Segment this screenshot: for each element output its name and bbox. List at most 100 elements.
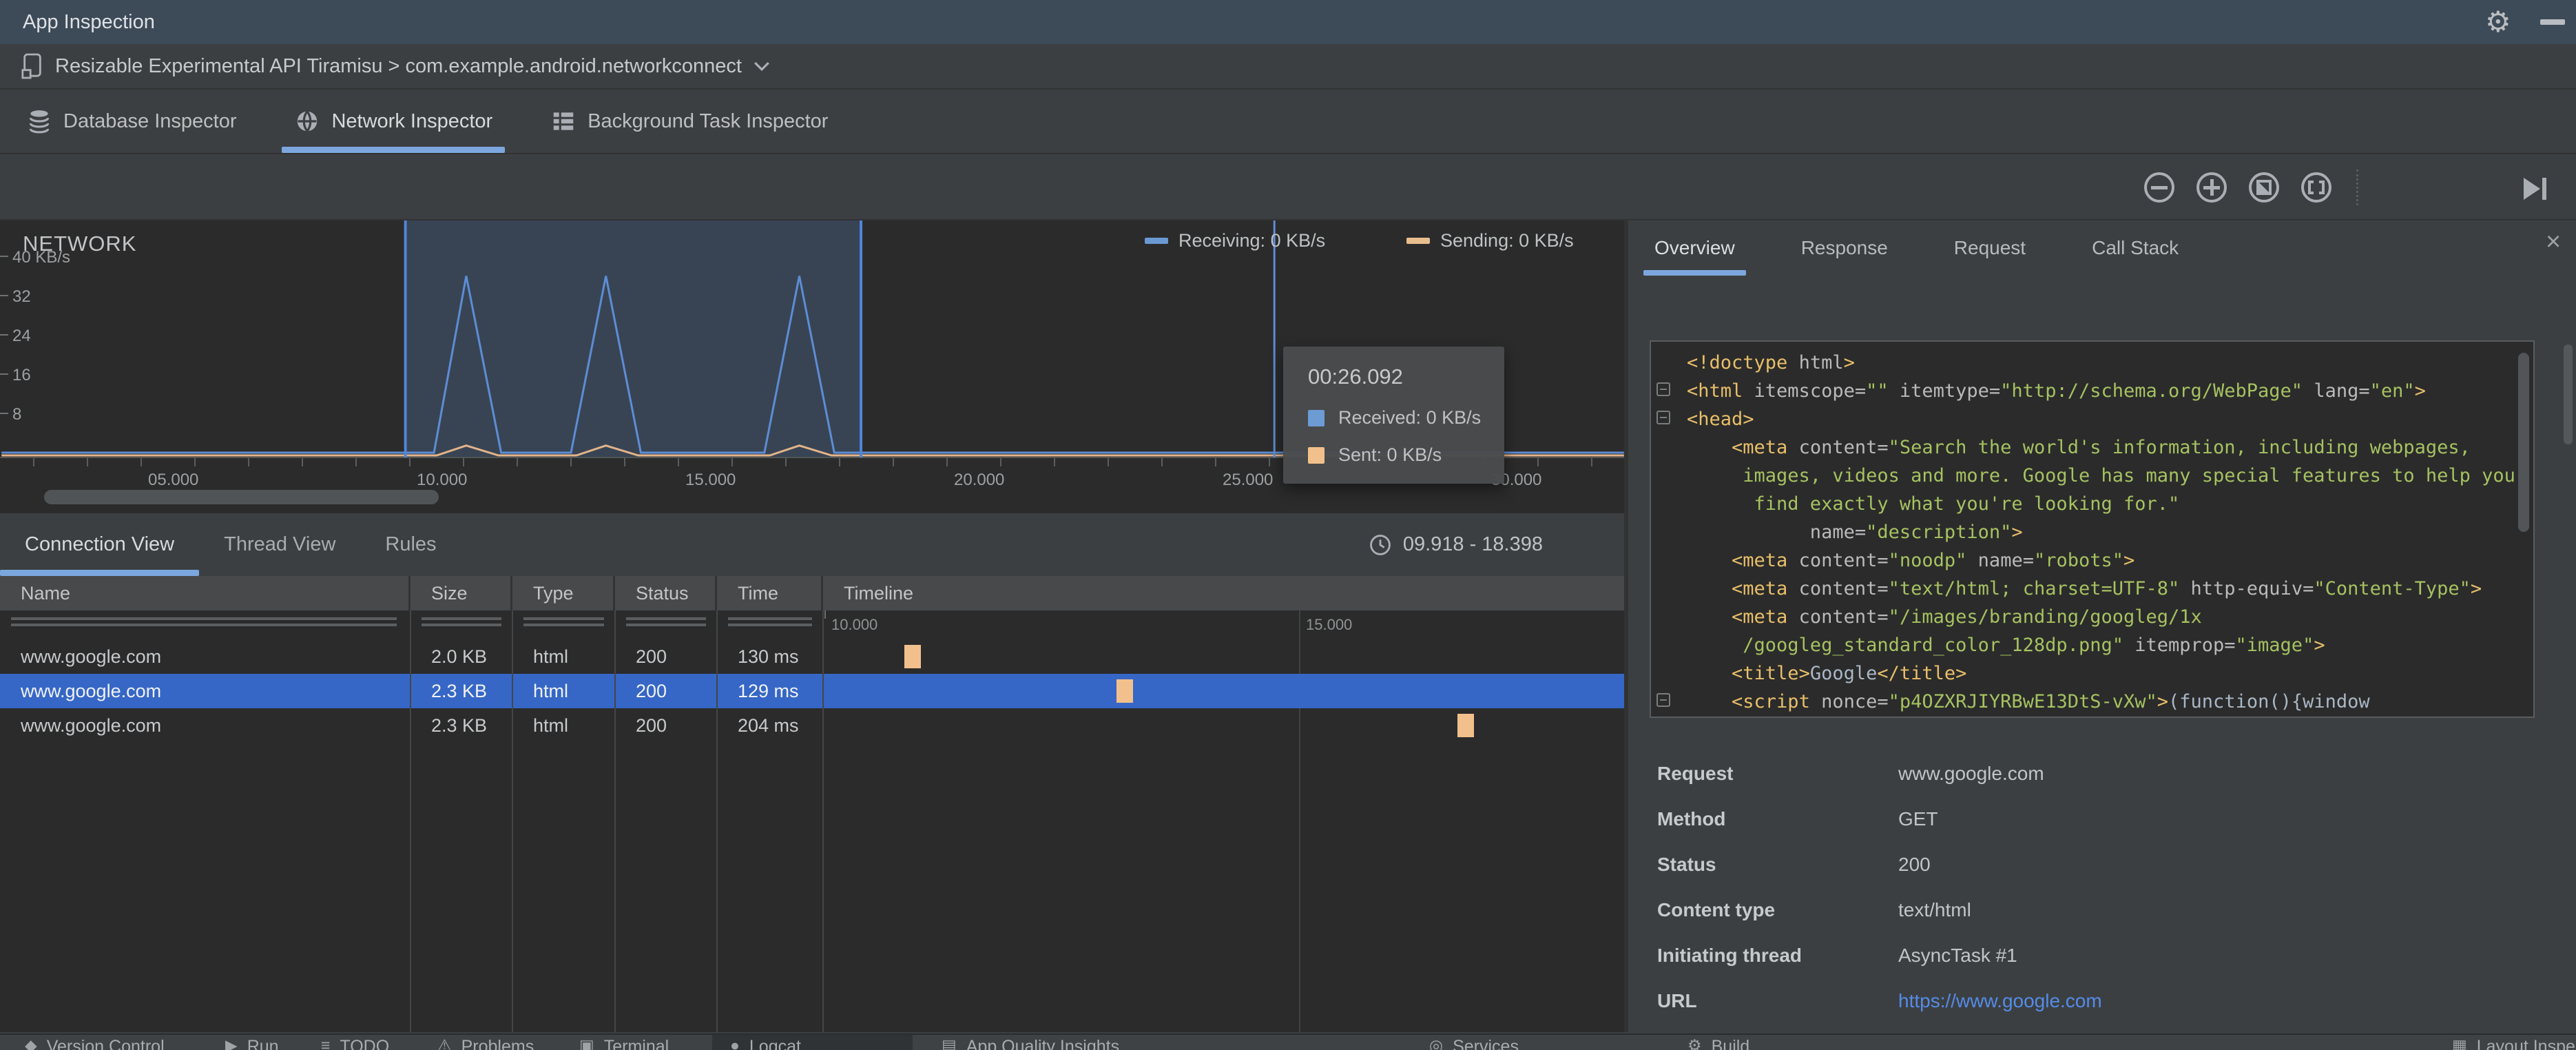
tab-label: Call Stack (2092, 237, 2179, 258)
legend-swatch (1406, 238, 1430, 244)
code-scrollbar[interactable] (2518, 353, 2529, 532)
tool-window-button-layout-inspector[interactable]: ▦Layout Inspector (2452, 1037, 2576, 1050)
tab-background-task-inspector[interactable]: Background Task Inspector (543, 90, 835, 153)
column-header-status[interactable]: Status (615, 576, 717, 610)
view-tab-bar: Connection View Thread View Rules 09.918… (0, 513, 1624, 576)
tool-window-button-todo[interactable]: ≡ TODO (321, 1037, 389, 1050)
tool-window-button-problems[interactable]: ⚠ Problems (437, 1037, 534, 1050)
tooltip-swatch (1308, 409, 1325, 426)
column-header-name[interactable]: Name (0, 576, 411, 610)
network-chart[interactable]: 40 KB/s 32 24 16 8 05.000 10.000 15.000 20.000 25… (0, 220, 1624, 513)
list-icon (553, 112, 574, 130)
tool-window-button-run[interactable]: ▶ Run (225, 1037, 279, 1050)
detail-row: Method GET (1639, 796, 2562, 842)
cell-type: html (533, 646, 569, 667)
terminal-icon: ▣ (579, 1036, 594, 1050)
zoom-to-selection-button[interactable] (2300, 171, 2333, 204)
chart-range-scrollbar[interactable] (44, 490, 439, 504)
process-selector-bar[interactable]: Resizable Experimental API Tiramisu > co… (0, 44, 2576, 90)
code-fold-icon[interactable] (1656, 382, 1670, 396)
tool-window-button-app-quality-insights[interactable]: ▤ App Quality Insights (942, 1037, 1119, 1050)
column-header-timeline[interactable]: Timeline (823, 576, 1624, 610)
detail-label: URL (1657, 990, 1697, 1011)
chevron-down-icon[interactable] (753, 60, 771, 72)
timeline-tick (824, 610, 826, 619)
column-header-time[interactable]: Time (717, 576, 823, 610)
services-icon: ◎ (1429, 1036, 1444, 1050)
detail-row: Initiating thread AsyncTask #1 (1639, 933, 2562, 978)
detail-value: www.google.com (1898, 763, 2044, 784)
code-line: <head> (1687, 409, 1754, 430)
code-line: <html itemscope="" itemtype="http://sche… (1687, 380, 2426, 402)
tooltip-row: Received: 0 KB/s (1308, 407, 1481, 429)
code-fold-icon[interactable] (1656, 411, 1670, 424)
tab-call-stack[interactable]: Call Stack (2084, 220, 2187, 276)
code-line: <!doctype html> (1687, 352, 1855, 373)
tab-request[interactable]: Request (1946, 220, 2034, 276)
column-separator[interactable] (614, 610, 616, 1032)
toolbar-separator (2356, 169, 2358, 205)
close-icon[interactable]: × (2546, 227, 2561, 257)
detail-value: AsyncTask #1 (1898, 945, 2017, 966)
detail-value: GET (1898, 808, 1938, 830)
table-row[interactable]: www.google.com 2.3 KB html 200 129 ms (0, 674, 1624, 708)
detail-row: Content type text/html (1639, 887, 2562, 933)
detail-label: Content type (1657, 899, 1776, 920)
column-header-type[interactable]: Type (512, 576, 615, 610)
legend-item: Sending: 0 KB/s (1406, 230, 1574, 251)
legend-swatch (1145, 238, 1168, 244)
tab-connection-view[interactable]: Connection View (0, 513, 200, 576)
gear-icon[interactable]: ⚙ (2485, 4, 2511, 40)
table-row[interactable]: www.google.com 2.0 KB html 200 130 ms (0, 639, 1624, 674)
connections-table-header: Name Size Type Status Time Timeline (0, 576, 1624, 610)
timeline-tick-label: 10.000 (831, 616, 878, 633)
tab-thread-view[interactable]: Thread View (199, 513, 360, 576)
detail-row: Request www.google.com (1639, 751, 2562, 796)
tool-window-button-logcat[interactable]: ● Logcat (730, 1037, 801, 1050)
tab-rules[interactable]: Rules (360, 513, 461, 576)
tab-database-inspector[interactable]: Database Inspector (19, 90, 243, 153)
time-range-label: 09.918 - 18.398 (1402, 533, 1543, 555)
detail-label: Request (1657, 763, 1734, 784)
cell-status: 200 (636, 680, 667, 701)
reset-zoom-button[interactable] (2247, 171, 2281, 204)
tab-response[interactable]: Response (1793, 220, 1896, 276)
zoom-out-button[interactable] (2143, 171, 2176, 204)
connections-table-body: www.google.com 2.0 KB html 200 130 ms www.goo… (0, 639, 1624, 743)
cell-name: www.google.com (21, 646, 162, 667)
table-row[interactable]: www.google.com 2.3 KB html 200 204 ms (0, 708, 1624, 743)
code-fold-icon[interactable] (1656, 693, 1670, 707)
cell-time: 130 ms (738, 646, 799, 667)
column-separator[interactable] (822, 610, 824, 1032)
column-separator[interactable] (410, 610, 411, 1032)
column-separator[interactable] (716, 610, 718, 1032)
svg-text:25.000: 25.000 (1223, 471, 1273, 489)
branch-icon: ◆ (25, 1036, 37, 1050)
request-marker (904, 645, 921, 668)
tool-window-button-terminal[interactable]: ▣ Terminal (579, 1037, 669, 1050)
tab-overview[interactable]: Overview (1643, 220, 1746, 276)
tooltip-row: Sent: 0 KB/s (1308, 444, 1442, 466)
detail-value-link[interactable]: https://www.google.com (1898, 990, 2102, 1012)
tool-window-button-services[interactable]: ◎ Services (1429, 1037, 1519, 1050)
svg-text:15.000: 15.000 (685, 471, 736, 489)
skip-to-end-button[interactable] (2518, 172, 2551, 205)
cell-timeline (823, 674, 1624, 708)
zoom-in-button[interactable] (2195, 171, 2228, 204)
column-range-bar (728, 617, 812, 626)
response-preview[interactable]: <!doctype html> <html itemscope="" itemty… (1650, 340, 2535, 718)
insights-icon: ▤ (942, 1036, 957, 1050)
column-separator[interactable] (512, 610, 513, 1032)
tab-network-inspector[interactable]: Network Inspector (282, 90, 505, 153)
request-marker (1457, 714, 1475, 737)
database-icon (29, 110, 50, 134)
column-header-size[interactable]: Size (411, 576, 512, 610)
tool-window-button-version-control[interactable]: ◆ Version Control (25, 1037, 165, 1050)
tab-label: Network Inspector (331, 110, 493, 132)
tool-window-button-build[interactable]: ⚙ Build (1687, 1037, 1749, 1050)
detail-pane-scrollbar[interactable] (2564, 344, 2573, 444)
detail-row: Status 200 (1639, 842, 2562, 887)
minimize-icon[interactable] (2540, 19, 2565, 25)
pane-divider[interactable] (1624, 220, 1628, 1032)
cell-time: 204 ms (738, 714, 799, 736)
